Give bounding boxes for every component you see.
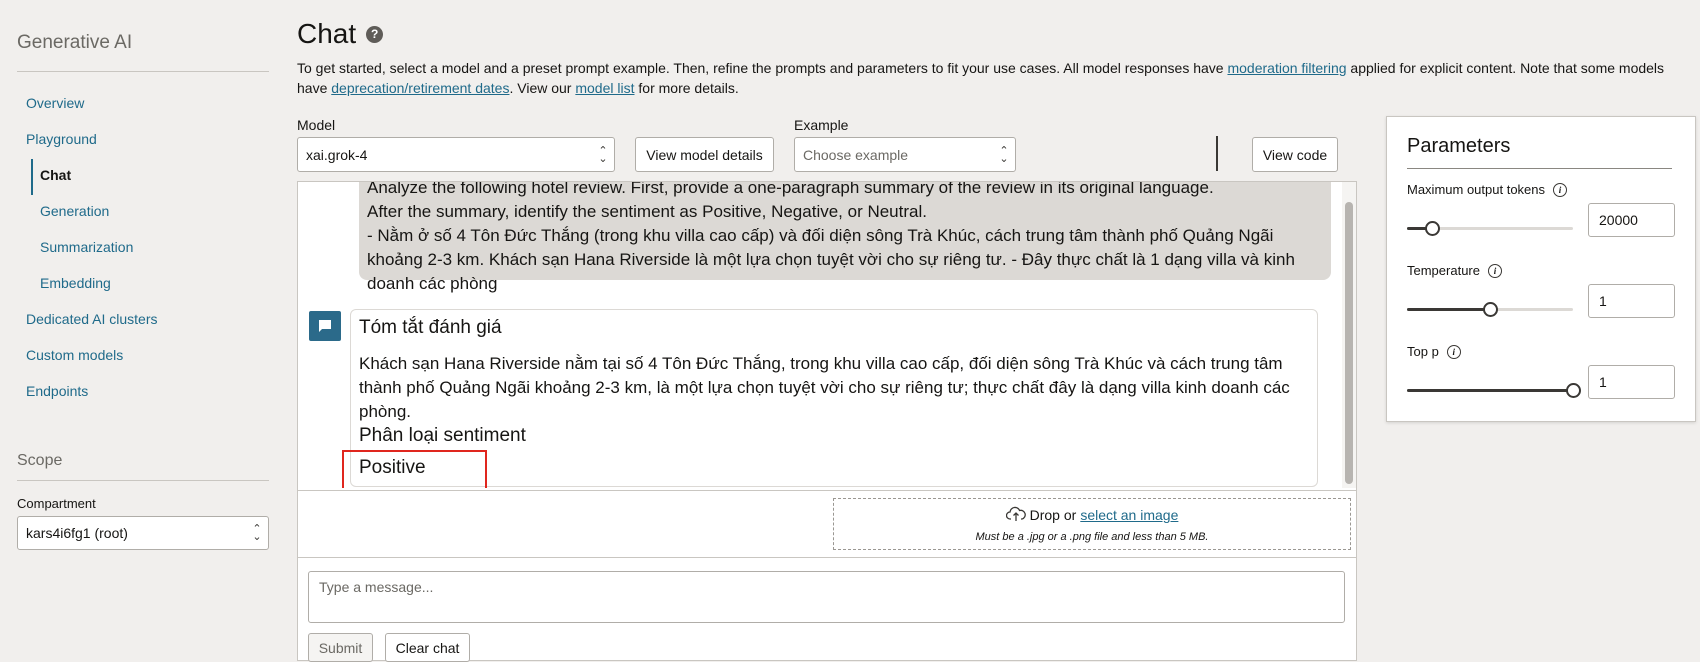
intro-view: . View our [509,80,576,96]
message-input[interactable] [308,571,1345,623]
max-tokens-label: Maximum output tokens i [1407,182,1568,197]
temperature-label: Temperature i [1407,263,1502,278]
example-select[interactable]: Choose example ⌃ ⌄ [794,137,1016,172]
divider [17,480,269,481]
compartment-label: Compartment [17,496,96,511]
sidebar-item-playground[interactable]: Playground [26,131,97,147]
example-placeholder: Choose example [803,146,909,163]
model-value: xai.grok-4 [306,146,368,163]
sidebar-item-dedicated-ai-clusters[interactable]: Dedicated AI clusters [26,311,158,327]
app-title: Generative AI [17,32,133,53]
info-icon[interactable]: i [1446,344,1461,359]
upload-hint: Must be a .jpg or a .png file and less t… [975,530,1209,543]
divider [1216,136,1218,171]
temperature-slider[interactable] [1407,301,1573,317]
parameters-title: Parameters [1407,135,1511,157]
sidebar-item-generation[interactable]: Generation [40,203,109,219]
user-message-line: - Nằm ở số 4 Tôn Đức Thắng (trong khu vi… [367,226,1295,293]
compartment-select[interactable]: kars4i6fg1 (root) ⌃ ⌄ [17,516,269,550]
scrollbar-thumb[interactable] [1345,202,1353,484]
info-icon[interactable]: i [1487,263,1502,278]
view-code-button[interactable]: View code [1252,137,1338,172]
parameters-panel: Parameters Maximum output tokens i Tempe… [1386,116,1696,422]
temperature-input[interactable] [1588,284,1675,318]
scope-title: Scope [17,452,63,469]
top-p-label: Top p i [1407,344,1461,359]
intro-text: To get started, select a model and a pre… [297,58,1687,98]
sidebar-item-custom-models[interactable]: Custom models [26,347,123,363]
slider-thumb[interactable] [1566,383,1581,398]
top-p-label-text: Top p [1407,344,1439,359]
question-circle-icon[interactable]: ? [366,25,384,43]
sidebar-item-summarization[interactable]: Summarization [40,239,133,255]
divider [17,71,269,72]
temperature-label-text: Temperature [1407,263,1480,278]
summary-heading: Tóm tắt đánh giá [359,317,502,338]
sentiment-heading: Phân loại sentiment [359,425,526,446]
chevron-updown-icon: ⌃ ⌄ [598,144,608,165]
info-icon[interactable]: i [1553,182,1568,197]
slider-fill [1407,308,1490,311]
chevron-updown-icon: ⌃ ⌄ [252,523,262,543]
divider [1407,168,1672,169]
active-indicator [31,159,33,195]
slider-fill [1407,389,1573,392]
sidebar-item-endpoints[interactable]: Endpoints [26,383,88,399]
max-tokens-input[interactable] [1588,203,1675,237]
image-dropzone[interactable]: Drop or select an image Must be a .jpg o… [833,498,1351,550]
example-label: Example [794,117,849,133]
model-select[interactable]: xai.grok-4 ⌃ ⌄ [297,137,615,172]
top-p-slider[interactable] [1407,382,1581,398]
image-upload-area: Drop or select an image Must be a .jpg o… [298,490,1356,558]
model-list-link[interactable]: model list [575,80,634,96]
scrollbar[interactable] [1342,182,1356,488]
sidebar-item-embedding[interactable]: Embedding [40,275,111,291]
chat-history[interactable]: Analyze the following hotel review. Firs… [298,182,1356,488]
cloud-upload-icon [1005,506,1026,525]
user-message: Analyze the following hotel review. Firs… [359,182,1331,293]
sentiment-value: Positive [359,457,426,478]
deprecation-dates-link[interactable]: deprecation/retirement dates [331,80,509,96]
sidebar: Generative AI Overview Playground Chat G… [17,0,269,661]
highlight-box [342,450,487,488]
chevron-updown-icon: ⌃ ⌄ [999,144,1009,165]
user-message-line: Analyze the following hotel review. Firs… [367,182,1214,197]
page-title: Chat ? [297,18,384,50]
top-p-input[interactable] [1588,365,1675,399]
drop-line: Drop or select an image [1005,506,1178,525]
moderation-filtering-link[interactable]: moderation filtering [1227,60,1346,76]
drop-text: Drop or [1029,507,1077,523]
max-tokens-slider[interactable] [1407,220,1573,236]
max-tokens-label-text: Maximum output tokens [1407,182,1546,197]
clear-chat-button[interactable]: Clear chat [385,633,470,662]
slider-thumb[interactable] [1483,302,1498,317]
intro-prefix: To get started, select a model and a pre… [297,60,1228,76]
chat-panel: Analyze the following hotel review. Firs… [297,181,1357,662]
page-title-text: Chat [297,18,357,49]
intro-suffix: for more details. [634,80,739,96]
sidebar-item-overview[interactable]: Overview [26,95,84,111]
slider-thumb[interactable] [1424,221,1440,236]
compartment-value: kars4i6fg1 (root) [26,525,128,541]
chat-bubble-icon [309,311,341,341]
user-message-line: After the summary, identify the sentimen… [367,202,927,221]
submit-button[interactable]: Submit [308,633,373,662]
view-model-details-button[interactable]: View model details [635,137,774,172]
sidebar-item-chat[interactable]: Chat [40,167,71,183]
model-label: Model [297,117,336,133]
assistant-message: Tóm tắt đánh giá Khách sạn Hana Riversid… [350,309,1318,487]
select-image-link[interactable]: select an image [1080,507,1178,523]
summary-body: Khách sạn Hana Riverside nằm tại số 4 Tô… [359,354,1290,421]
